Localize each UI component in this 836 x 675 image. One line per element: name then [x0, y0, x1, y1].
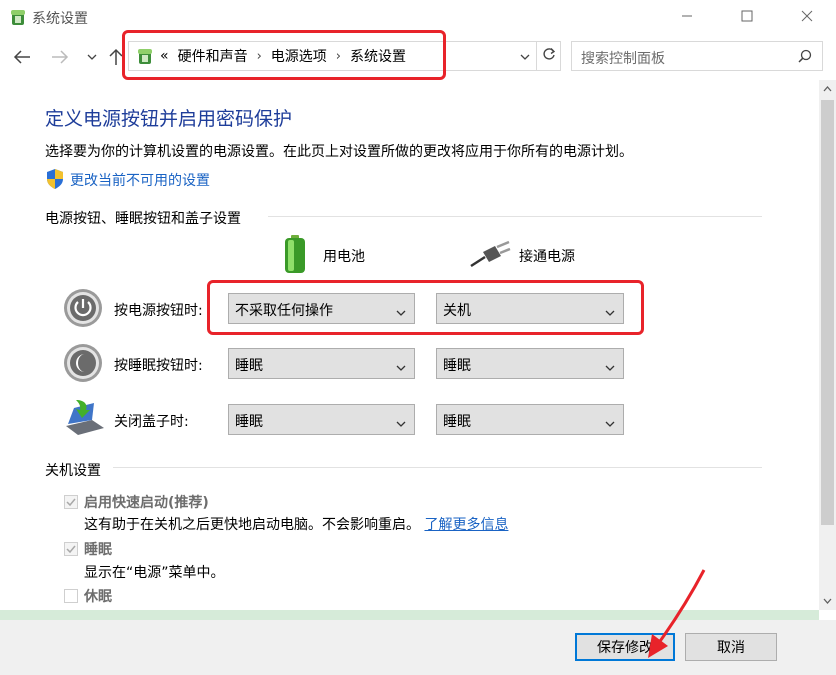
power-buttons-section-heading: 电源按钮、睡眠按钮和盖子设置 [45, 211, 241, 227]
sleep-button-label: 按睡眠按钮时: [114, 358, 203, 374]
section-divider [268, 216, 762, 217]
section-divider [113, 467, 762, 468]
select-value: 睡眠 [235, 358, 263, 374]
search-box[interactable]: 搜索控制面板 [571, 41, 823, 71]
power-button-icon [63, 288, 103, 332]
page-description: 选择要为你的计算机设置的电源设置。在此页上对设置所做的更改将应用于你所有的电源计… [45, 144, 633, 160]
chevron-down-icon [605, 360, 615, 376]
page-title: 定义电源按钮并启用密码保护 [45, 108, 293, 130]
sleep-button-battery-select[interactable]: 睡眠 [228, 348, 415, 379]
select-value: 睡眠 [443, 414, 471, 430]
close-lid-label: 关闭盖子时: [114, 414, 189, 430]
close-lid-battery-select[interactable]: 睡眠 [228, 404, 415, 435]
fast-startup-label: 启用快速启动(推荐) [84, 495, 209, 511]
sleep-menu-checkbox[interactable] [64, 542, 78, 556]
close-lid-plugged-select[interactable]: 睡眠 [436, 404, 624, 435]
select-value: 睡眠 [235, 414, 263, 430]
minimize-button[interactable] [664, 0, 710, 32]
chevron-down-icon [605, 416, 615, 432]
shutdown-section-heading: 关机设置 [45, 463, 101, 479]
refresh-icon [542, 47, 556, 65]
sleep-option-label: 睡眠 [84, 542, 112, 558]
back-icon[interactable] [10, 45, 34, 69]
sleep-button-plugged-select[interactable]: 睡眠 [436, 348, 624, 379]
annotation-arrow-icon [640, 568, 710, 664]
search-input[interactable]: 搜索控制面板 [581, 48, 665, 68]
sleep-button-icon [63, 343, 103, 387]
uac-shield-icon [45, 168, 65, 194]
fast-startup-checkbox[interactable] [64, 495, 78, 509]
learn-more-link[interactable]: 了解更多信息 [424, 517, 508, 533]
scroll-up-icon[interactable] [819, 80, 836, 98]
fast-startup-description-text: 这有助于在关机之后更快地启动电脑。不会影响重启。 [84, 517, 420, 533]
sleep-option-description: 显示在“电源”菜单中。 [84, 565, 225, 581]
plugged-in-label: 接通电源 [519, 249, 575, 265]
power-plug-icon [469, 240, 511, 272]
scrollbar-thumb[interactable] [821, 100, 834, 525]
scroll-down-icon[interactable] [819, 592, 836, 610]
on-battery-label: 用电池 [323, 249, 365, 265]
chevron-down-icon [396, 360, 406, 376]
forward-icon[interactable] [48, 45, 72, 69]
select-value: 睡眠 [443, 358, 471, 374]
recent-locations-chevron-icon[interactable] [80, 45, 104, 69]
battery-icon [284, 234, 306, 278]
laptop-lid-icon [62, 398, 106, 442]
hibernate-checkbox[interactable] [64, 589, 78, 603]
control-panel-icon [9, 7, 27, 31]
close-button[interactable] [784, 0, 830, 32]
hibernate-option-label: 休眠 [84, 589, 112, 605]
window-title: 系统设置 [32, 11, 88, 27]
power-button-label: 按电源按钮时: [114, 303, 203, 319]
address-dropdown-chevron-icon[interactable] [520, 49, 530, 65]
maximize-button[interactable] [724, 0, 770, 32]
annotation-highlight-box [122, 30, 446, 80]
title-bar: 系统设置 [0, 0, 836, 34]
refresh-button[interactable] [537, 41, 561, 71]
fast-startup-description: 这有助于在关机之后更快地启动电脑。不会影响重启。 了解更多信息 [84, 514, 508, 534]
annotation-highlight-box [207, 280, 644, 335]
change-unavailable-settings-link[interactable]: 更改当前不可用的设置 [70, 170, 210, 190]
chevron-down-icon [396, 416, 406, 432]
search-icon[interactable] [798, 49, 812, 67]
